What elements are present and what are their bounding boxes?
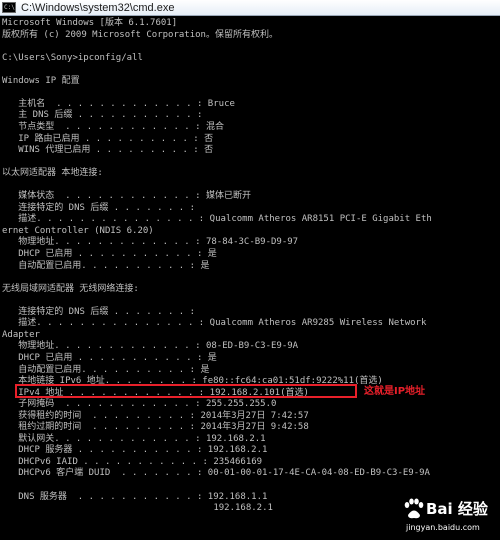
console-line: DHCPv6 IAID . . . . . . . . . . . : 2354… bbox=[2, 456, 263, 467]
baidu-watermark: Bai 经验 jingyan.baidu.com bbox=[402, 496, 496, 538]
console-line: Adapter bbox=[2, 329, 40, 340]
console-line: 获得租约的时间 . . . . . . . . . : 2014年3月27日 7… bbox=[2, 410, 309, 421]
console-line: DHCP 已启用 . . . . . . . . . . . : 是 bbox=[2, 352, 217, 363]
console-line: Windows IP 配置 bbox=[2, 75, 80, 86]
console-line: DHCP 已启用 . . . . . . . . . . . : 是 bbox=[2, 249, 217, 259]
console-output[interactable]: Microsoft Windows [版本 6.1.7601] 版权所有 (c) … bbox=[0, 16, 500, 540]
console-line: DNS 服务器 . . . . . . . . . . . : 192.168.… bbox=[2, 491, 268, 502]
console-line: 节点类型 . . . . . . . . . . . . : 混合 bbox=[2, 121, 224, 132]
title-bar[interactable]: C:\ C:\Windows\system32\cmd.exe bbox=[0, 0, 500, 16]
console-line: 子网掩码 . . . . . . . . . . . . : 255.255.2… bbox=[2, 399, 277, 410]
console-line: 主机名 . . . . . . . . . . . . . : Bruce bbox=[2, 98, 235, 109]
console-line: 192.168.2.1 bbox=[2, 503, 273, 514]
console-line: DHCPv6 客户端 DUID . . . . . . . : 00-01-00… bbox=[2, 468, 430, 479]
watermark-brand: Bai 经验 bbox=[426, 500, 488, 518]
console-line: 自动配置已启用. . . . . . . . . . : 是 bbox=[2, 260, 210, 271]
console-line: IP 路由已启用 . . . . . . . . . . : 否 bbox=[2, 133, 214, 144]
console-line: C:\Users\Sony>ipconfig/all bbox=[2, 52, 143, 63]
console-line: DHCP 服务器 . . . . . . . . . . . : 192.168… bbox=[2, 445, 268, 456]
window-title: C:\Windows\system32\cmd.exe bbox=[21, 2, 175, 14]
console-line: ernet Controller (NDIS 6.20) bbox=[2, 225, 154, 236]
console-line: 物理地址. . . . . . . . . . . . . : 78-84-3C… bbox=[2, 237, 299, 248]
console-line: 版权所有 (c) 2009 Microsoft Corporation。保留所有… bbox=[2, 29, 278, 40]
console-line: 描述. . . . . . . . . . . . . . . : Qualco… bbox=[2, 318, 427, 329]
baidu-paw-icon bbox=[404, 498, 424, 519]
console-line: 主 DNS 后缀 . . . . . . . . . . . : bbox=[2, 110, 203, 121]
console-line: 描述. . . . . . . . . . . . . . . : Qualco… bbox=[2, 214, 432, 225]
ipv4-highlight-box bbox=[15, 384, 357, 398]
cmd-window: C:\ C:\Windows\system32\cmd.exe Microsof… bbox=[0, 0, 500, 540]
console-line: 租约过期的时间 . . . . . . . . . : 2014年3月27日 9… bbox=[2, 422, 309, 433]
console-line: WINS 代理已启用 . . . . . . . . . : 否 bbox=[2, 145, 214, 156]
ip-annotation-label: 这就是IP地址 bbox=[364, 386, 426, 397]
console-line: 自动配置已启用. . . . . . . . . . : 是 bbox=[2, 364, 210, 375]
console-line: 连接特定的 DNS 后缀 . . . . . . . : bbox=[2, 202, 196, 213]
console-line: 连接特定的 DNS 后缀 . . . . . . . : bbox=[2, 306, 196, 317]
console-line: 无线局域网适配器 无线网络连接: bbox=[2, 283, 139, 294]
console-line: 物理地址. . . . . . . . . . . . . : 08-ED-B9… bbox=[2, 341, 299, 352]
console-line: 以太网适配器 本地连接: bbox=[2, 168, 103, 179]
console-line: Microsoft Windows [版本 6.1.7601] bbox=[2, 18, 178, 28]
cmd-icon: C:\ bbox=[2, 2, 16, 13]
console-line: 媒体状态 . . . . . . . . . . . . : 媒体已断开 bbox=[2, 191, 251, 202]
console-line: 默认网关. . . . . . . . . . . . . : 192.168.… bbox=[2, 433, 266, 444]
watermark-url: jingyan.baidu.com bbox=[406, 523, 480, 532]
